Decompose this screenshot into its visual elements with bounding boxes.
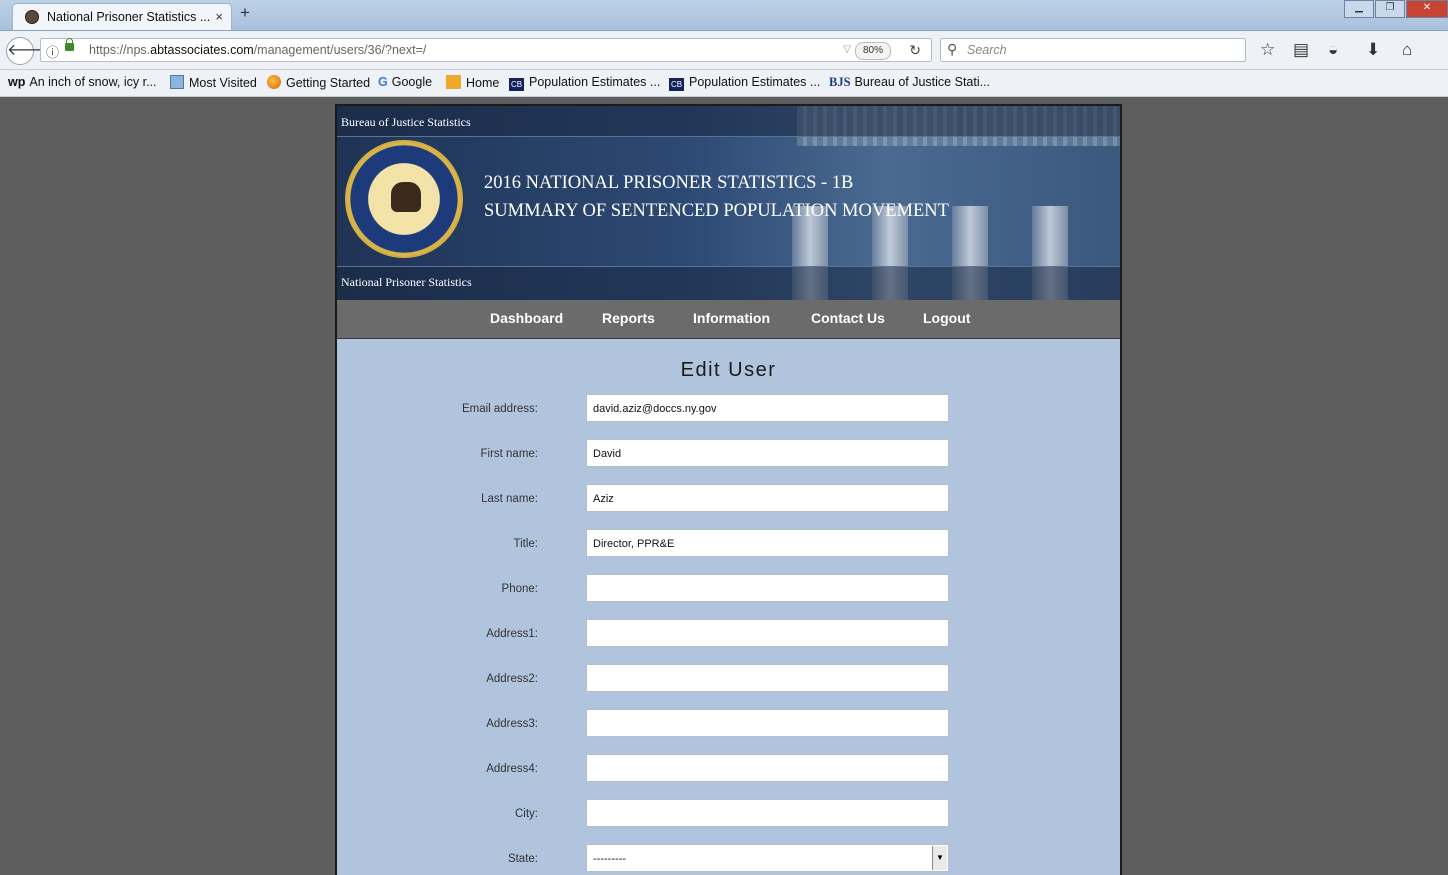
tab-title: National Prisoner Statistics ... [47,10,211,24]
email-row: Email address: david.aziz@doccs.ny.gov [337,394,1120,424]
census-bureau-icon: CB [669,78,684,91]
bookmark-item[interactable]: CB Population Estimates ... [669,75,820,91]
last-name-field[interactable]: Aziz [586,484,949,512]
address4-row: Address4: [337,754,1120,784]
most-visited-icon [170,75,184,89]
first-name-row: First name: David [337,439,1120,469]
chevron-down-icon[interactable]: ▼ [932,846,947,870]
bookmark-item[interactable]: Getting Started [267,75,370,90]
address1-field[interactable] [586,619,949,647]
banner-title-line1: 2016 NATIONAL PRISONER STATISTICS - 1B [484,173,854,193]
title-field[interactable]: Director, PPR&E [586,529,949,557]
url-dropdown-icon[interactable]: ▽ [843,44,851,55]
reading-list-icon[interactable]: ▤ [1293,40,1309,60]
doj-seal-logo [345,140,463,258]
reload-icon[interactable]: ↻ [909,42,921,59]
restore-window-button[interactable]: ❐ [1375,0,1405,18]
eagle-icon [391,182,421,212]
washington-post-icon: wp [8,75,26,89]
form-title: Edit User [680,359,777,381]
last-name-label: Last name: [481,493,538,505]
url-text[interactable]: https://nps.abtassociates.com/management… [89,43,426,57]
pocket-icon[interactable]: ◒ [1328,40,1338,60]
bookmark-item[interactable]: G Google [378,75,432,89]
state-select[interactable]: --------- ▼ [586,844,949,872]
bookmark-item[interactable]: Most Visited [170,75,257,90]
phone-label: Phone: [501,583,538,595]
agency-name: Bureau of Justice Statistics [341,115,471,129]
downloads-icon[interactable]: ⬇ [1366,40,1380,60]
window-controls: ▁ ❐ ✕ [1343,0,1448,18]
phone-field[interactable] [586,574,949,602]
address3-label: Address3: [486,718,538,730]
address4-label: Address4: [486,763,538,775]
firefox-icon [267,75,281,89]
bookmark-item[interactable]: BJS Bureau of Justice Stati... [829,75,990,90]
email-field[interactable]: david.aziz@doccs.ny.gov [586,394,949,422]
search-placeholder: Search [967,43,1007,57]
page-container: Bureau of Justice Statistics 2016 NATION… [335,104,1122,875]
secure-lock-icon [65,38,74,51]
home-icon[interactable]: ⌂ [1402,40,1412,60]
address2-field[interactable] [586,664,949,692]
close-window-button[interactable]: ✕ [1406,0,1448,18]
tab-close-icon[interactable]: × [215,9,223,24]
menu-contact-us[interactable]: Contact Us [811,310,885,326]
address1-label: Address1: [486,628,538,640]
address2-row: Address2: [337,664,1120,694]
back-button[interactable]: 🡐 [6,37,50,65]
bookmark-item[interactable]: wp An inch of snow, icy r... [8,75,157,89]
state-row: State: --------- ▼ [337,844,1120,874]
state-label: State: [507,853,538,865]
first-name-label: First name: [480,448,538,460]
menu-reports[interactable]: Reports [602,310,655,326]
minimize-window-button[interactable]: ▁ [1344,0,1374,18]
address1-row: Address1: [337,619,1120,649]
search-bar[interactable]: ⚲ Search [940,38,1246,62]
phone-row: Phone: [337,574,1120,604]
menu-dashboard[interactable]: Dashboard [490,310,563,326]
city-row: City: [337,799,1120,829]
bookmark-item[interactable]: CB Population Estimates ... [509,75,660,91]
url-bar[interactable]: ⓘ https://nps.abtassociates.com/manageme… [40,38,932,62]
site-info-icon[interactable]: ⓘ [46,42,59,61]
bookmark-star-icon[interactable]: ☆ [1260,40,1275,60]
address3-field[interactable] [586,709,949,737]
site-favicon-icon [25,10,39,24]
first-name-field[interactable]: David [586,439,949,467]
census-bureau-icon: CB [509,78,524,91]
bookmark-item[interactable]: Home [446,75,499,90]
state-selected-value: --------- [593,853,626,865]
banner-title-line2: SUMMARY OF SENTENCED POPULATION MOVEMENT [484,201,949,221]
program-name: National Prisoner Statistics [341,275,472,289]
browser-tab-bar: National Prisoner Statistics ... × + ▁ ❐… [0,0,1448,31]
title-row: Title: Director, PPR&E [337,529,1120,559]
main-menu: Dashboard Reports Information Contact Us… [337,300,1120,339]
search-icon: ⚲ [947,41,958,57]
city-field[interactable] [586,799,949,827]
browser-tab[interactable]: National Prisoner Statistics ... × [12,3,232,30]
zoom-indicator[interactable]: 80% [855,42,891,60]
address4-field[interactable] [586,754,949,782]
browser-nav-bar: 🡐 ⓘ https://nps.abtassociates.com/manage… [0,31,1448,70]
bjs-icon: BJS [829,75,851,89]
menu-logout[interactable]: Logout [923,310,970,326]
menu-information[interactable]: Information [693,310,770,326]
city-label: City: [515,808,538,820]
address2-label: Address2: [486,673,538,685]
new-tab-button[interactable]: + [240,3,250,23]
home-bookmark-icon [446,75,461,89]
title-label: Title: [513,538,539,550]
bookmarks-toolbar: wp An inch of snow, icy r... Most Visited… [0,70,1448,97]
address3-row: Address3: [337,709,1120,739]
site-banner: Bureau of Justice Statistics 2016 NATION… [337,106,1120,300]
google-icon: G [378,75,388,89]
last-name-row: Last name: Aziz [337,484,1120,514]
email-label: Email address: [461,403,538,415]
